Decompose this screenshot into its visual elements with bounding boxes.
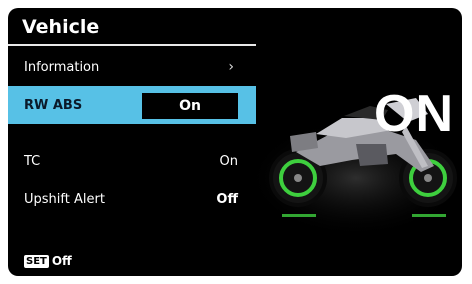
- title-divider: [8, 44, 256, 46]
- tc-value: On: [219, 153, 238, 169]
- upshift-alert-value: Off: [216, 191, 238, 207]
- menu-item-information[interactable]: Information ›: [8, 48, 256, 86]
- menu-item-rw-abs[interactable]: RW ABS On: [8, 86, 256, 124]
- page-title: Vehicle: [22, 16, 100, 38]
- preview-status-text: ON: [374, 85, 454, 143]
- settings-menu: Information › RW ABS On TC On Upshift Al…: [8, 48, 256, 218]
- footer-text: Off: [51, 254, 72, 268]
- set-badge: SET: [24, 254, 49, 268]
- menu-spacer: [8, 124, 256, 142]
- motorcycle-illustration: [246, 98, 462, 238]
- rw-abs-value[interactable]: On: [142, 93, 238, 119]
- vehicle-screen: Vehicle Information › RW ABS On TC On Up…: [8, 8, 462, 276]
- menu-item-label: Information: [24, 59, 100, 75]
- menu-item-upshift-alert[interactable]: Upshift Alert Off: [8, 180, 256, 218]
- footer-hint: SET Off: [24, 254, 72, 268]
- motorcycle-preview: ON: [246, 48, 462, 276]
- menu-item-tc[interactable]: TC On: [8, 142, 256, 180]
- chevron-right-icon: ›: [228, 59, 234, 75]
